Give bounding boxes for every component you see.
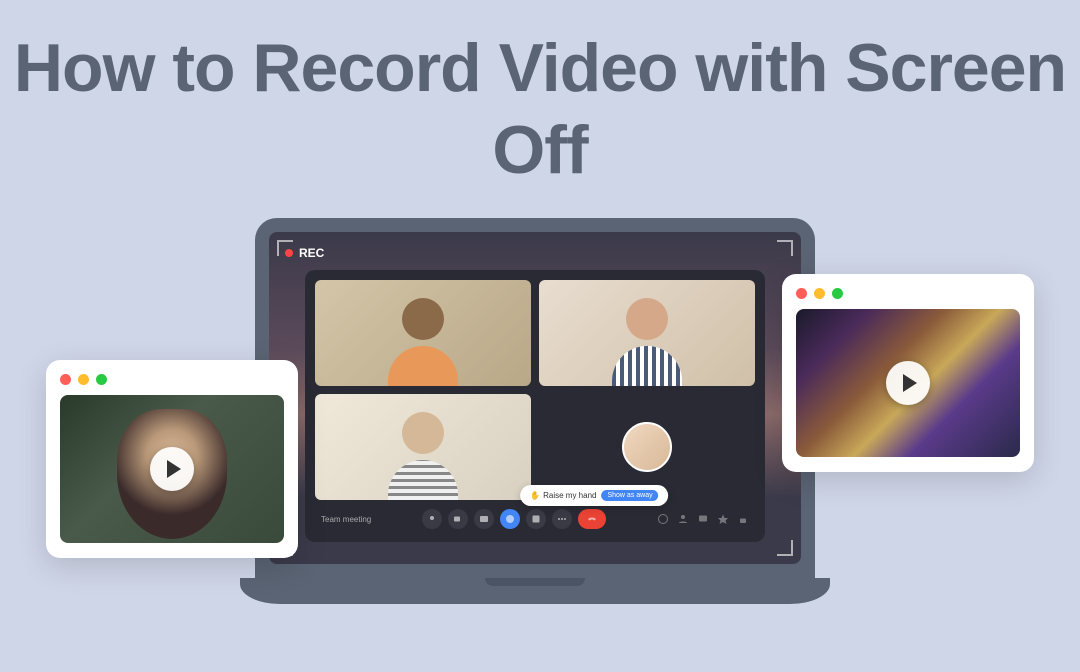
frame-corner xyxy=(777,240,793,256)
video-thumbnail[interactable] xyxy=(60,395,284,543)
frame-corner xyxy=(777,540,793,556)
show-away-button[interactable]: Show as away xyxy=(601,490,658,501)
video-popup-left xyxy=(46,360,298,558)
activities-icon[interactable] xyxy=(717,513,729,525)
mic-button[interactable] xyxy=(422,509,442,529)
play-button[interactable] xyxy=(886,361,930,405)
people-icon[interactable] xyxy=(677,513,689,525)
close-icon[interactable] xyxy=(60,374,71,385)
rec-label: REC xyxy=(299,246,324,260)
lock-icon[interactable] xyxy=(737,513,749,525)
captions-button[interactable] xyxy=(474,509,494,529)
reactions-bar: ✋ Raise my hand Show as away xyxy=(520,485,668,506)
toolbar-center xyxy=(422,509,606,529)
maximize-icon[interactable] xyxy=(96,374,107,385)
laptop-base xyxy=(240,578,830,604)
video-grid xyxy=(315,280,755,500)
avatar xyxy=(622,422,672,472)
laptop-screen: REC ✋ Rai xyxy=(255,218,815,578)
page-title: How to Record Video with Screen Off xyxy=(0,0,1080,191)
participant-tile xyxy=(315,394,531,500)
maximize-icon[interactable] xyxy=(832,288,843,299)
play-button[interactable] xyxy=(150,447,194,491)
rec-indicator: REC xyxy=(285,246,324,260)
present-button[interactable] xyxy=(526,509,546,529)
laptop-notch xyxy=(485,578,585,586)
play-icon xyxy=(167,460,181,478)
minimize-icon[interactable] xyxy=(78,374,89,385)
participant-tile xyxy=(315,280,531,386)
window-controls xyxy=(796,288,1020,299)
camera-button[interactable] xyxy=(448,509,468,529)
meeting-label: Team meeting xyxy=(321,515,371,524)
toolbar-right xyxy=(657,513,749,525)
close-icon[interactable] xyxy=(796,288,807,299)
laptop-illustration: REC ✋ Rai xyxy=(240,218,830,638)
minimize-icon[interactable] xyxy=(814,288,825,299)
meeting-toolbar: Team meeting xyxy=(315,506,755,532)
chat-icon[interactable] xyxy=(697,513,709,525)
meeting-window: ✋ Raise my hand Show as away Team meetin… xyxy=(305,270,765,542)
reactions-button[interactable] xyxy=(500,509,520,529)
play-icon xyxy=(903,374,917,392)
end-call-button[interactable] xyxy=(578,509,606,529)
video-popup-right xyxy=(782,274,1034,472)
info-icon[interactable] xyxy=(657,513,669,525)
video-thumbnail[interactable] xyxy=(796,309,1020,457)
window-controls xyxy=(60,374,284,385)
screen-content: REC ✋ Rai xyxy=(269,232,801,564)
rec-dot-icon xyxy=(285,249,293,257)
participant-tile xyxy=(539,280,755,386)
more-button[interactable] xyxy=(552,509,572,529)
raise-hand-button[interactable]: ✋ Raise my hand xyxy=(530,491,596,500)
